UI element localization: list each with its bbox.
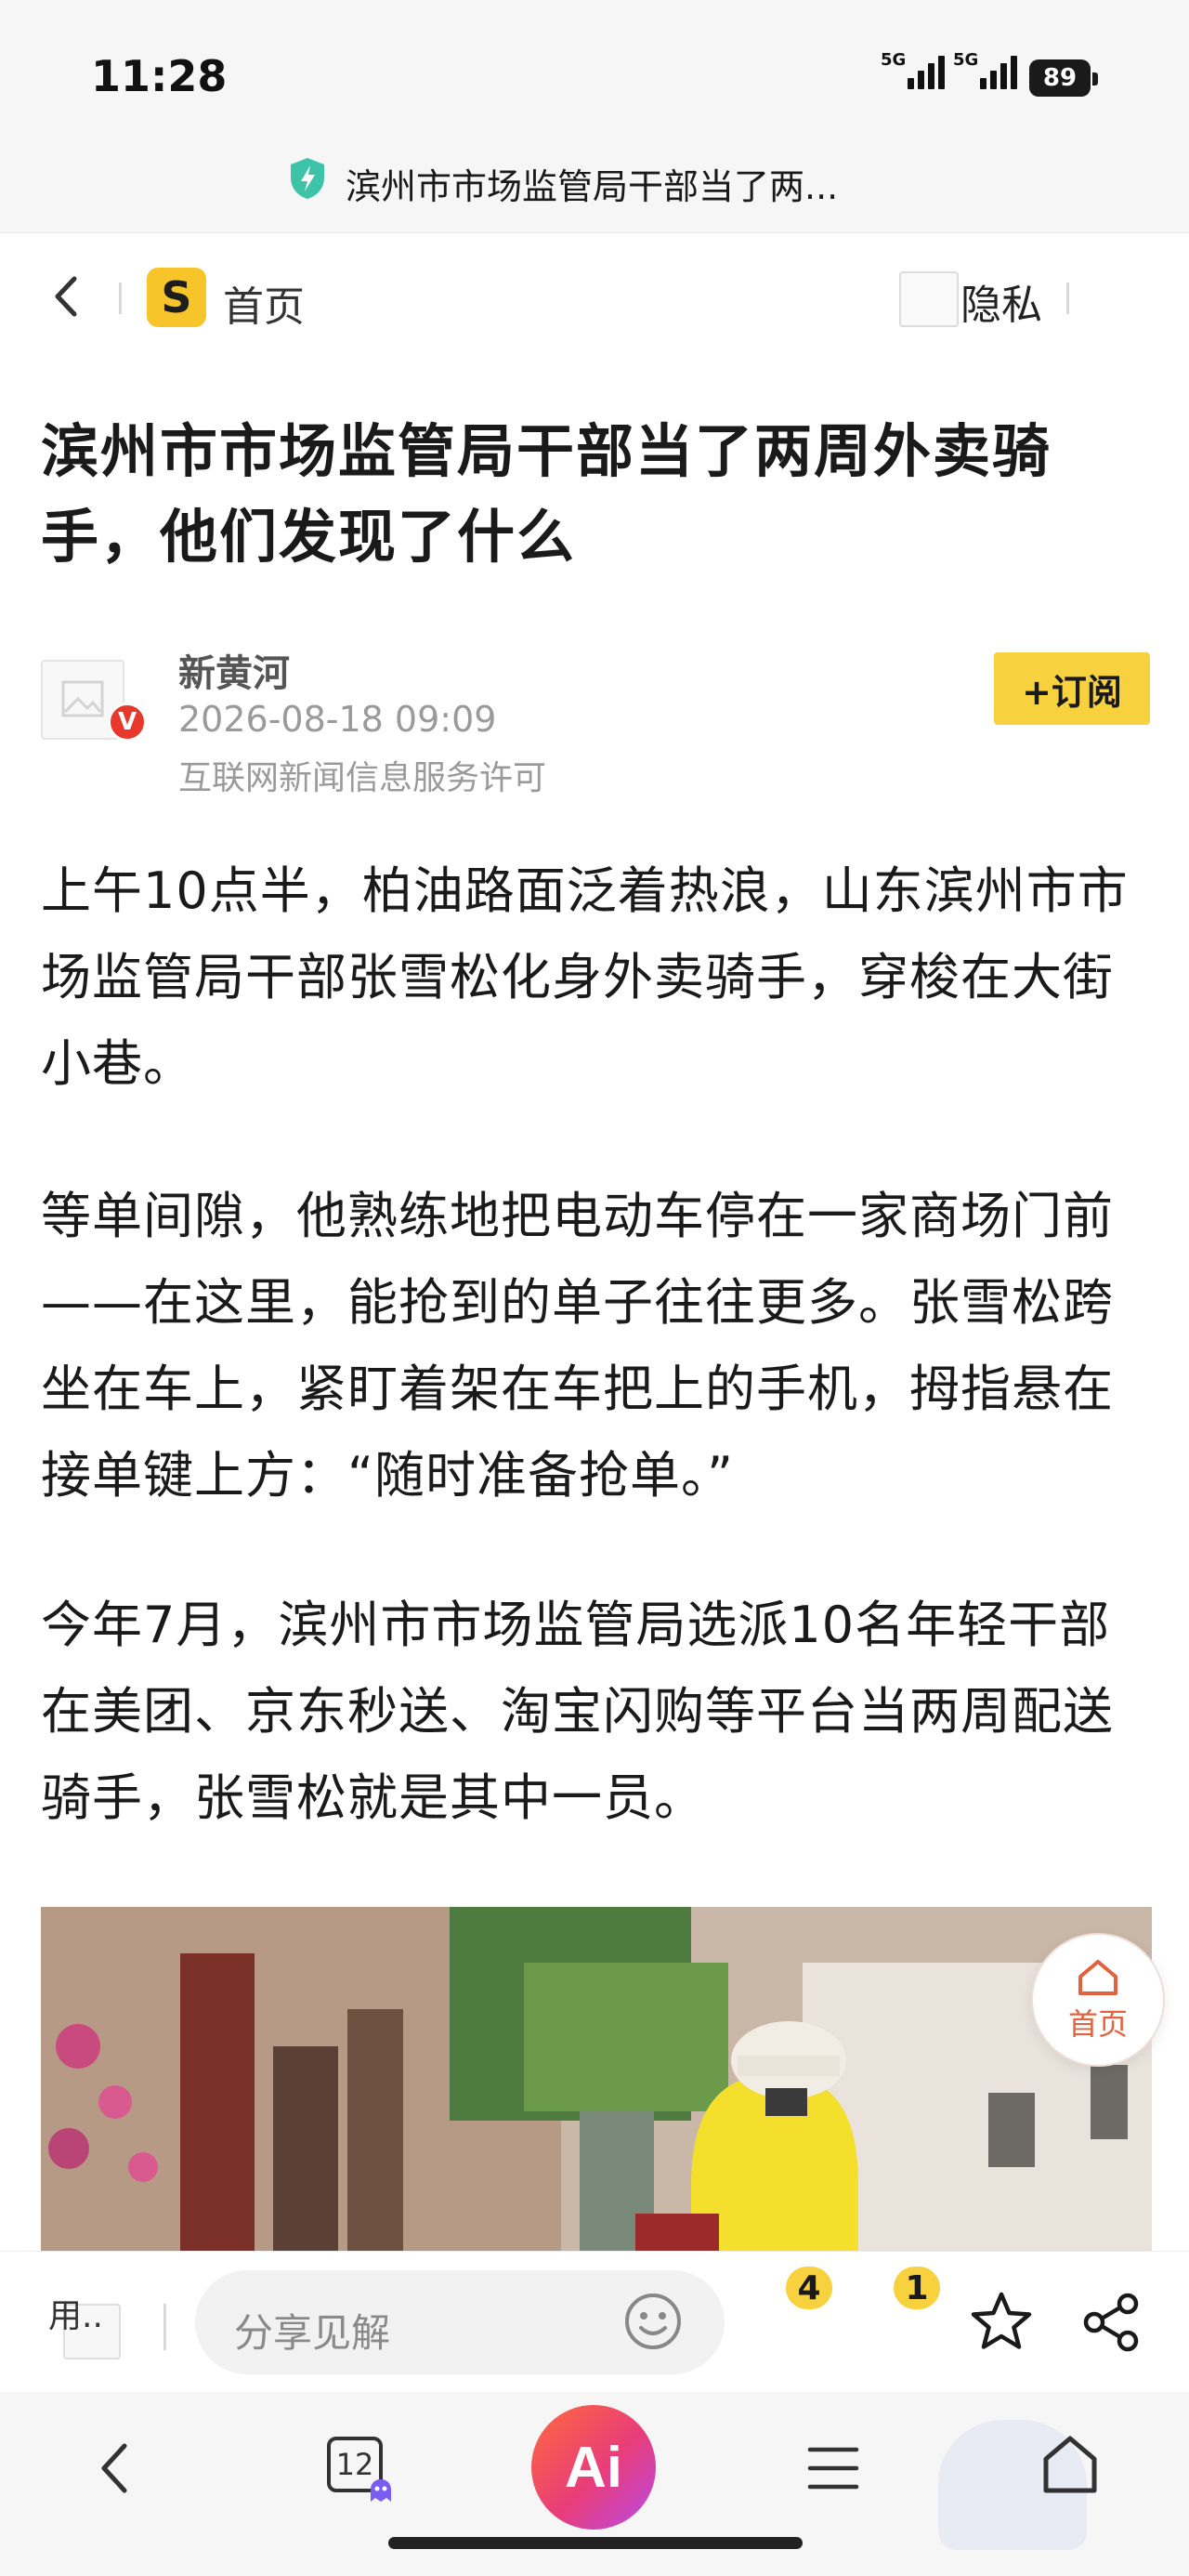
browser-bottom-nav: 12 Ai <box>0 2392 1189 2576</box>
like-count-badge[interactable]: 1 <box>894 2267 940 2309</box>
floating-home-label: 首页 <box>1067 2006 1128 2042</box>
article-nav-bar: S 首页 隐私 <box>0 234 1189 360</box>
home-indicator[interactable] <box>388 2537 803 2549</box>
divider <box>1066 283 1069 314</box>
cellular-signal-icon-1: 5G <box>881 52 946 89</box>
bottom-action-bar: 用.. 分享见解 4 1 <box>0 2251 1189 2391</box>
share-placeholder: 分享见解 <box>234 2310 391 2356</box>
menu-icon[interactable] <box>804 2442 862 2494</box>
author-name[interactable]: 新黄河 <box>178 643 290 697</box>
ghost-badge-icon <box>371 2479 391 2502</box>
share-icon[interactable] <box>1078 2289 1144 2356</box>
back-icon[interactable] <box>93 2438 136 2498</box>
back-chevron-icon[interactable] <box>46 271 87 322</box>
subscribe-button[interactable]: +订阅 <box>994 652 1150 725</box>
license-text[interactable]: 互联网新闻信息服务许可 <box>178 751 546 799</box>
article-paragraph: 上午10点半，柏油路面泛着热浪，山东滨州市市场监管局干部张雪松化身外卖骑手，穿梭… <box>41 861 1129 1093</box>
verified-badge-icon: V <box>108 703 147 742</box>
page-title-url: 滨州市市场监管局干部当了两... <box>346 166 839 207</box>
share-input[interactable]: 分享见解 <box>195 2270 725 2374</box>
address-bar[interactable]: 滨州市市场监管局干部当了两... <box>0 139 1189 233</box>
emoji-smile-icon[interactable] <box>622 2291 684 2352</box>
publish-time: 2026-08-18 09:09 <box>178 699 497 740</box>
user-label[interactable]: 用.. <box>48 2289 103 2337</box>
article-paragraph: 今年7月，滨州市市场监管局选派10名年轻干部在美团、京东秒送、淘宝闪购等平台当两… <box>41 1596 1114 1827</box>
battery-icon: 89 <box>1029 59 1091 97</box>
article-headline: 滨州市市场监管局干部当了两周外卖骑手，他们发现了什么 <box>41 417 1052 571</box>
privacy-image-icon <box>899 271 959 327</box>
divider <box>119 283 122 314</box>
battery-tip <box>1092 72 1098 85</box>
shield-icon <box>291 158 324 199</box>
home-logo-icon[interactable]: S <box>147 268 206 327</box>
status-bar: 11:28 5G 5G 89 <box>0 0 1189 139</box>
article-photo[interactable] <box>41 1907 1152 2251</box>
star-icon[interactable] <box>968 2289 1035 2356</box>
floating-home-button[interactable]: 首页 <box>1031 1933 1165 2067</box>
comment-count-badge[interactable]: 4 <box>786 2267 832 2309</box>
privacy-link[interactable]: 隐私 <box>960 271 1042 331</box>
home-icon <box>1078 1960 1117 1995</box>
clock: 11:28 <box>91 51 228 101</box>
cellular-signal-icon-2: 5G <box>953 52 1018 89</box>
home-icon[interactable] <box>1040 2431 1100 2498</box>
ai-assistant-button[interactable]: Ai <box>531 2405 656 2530</box>
divider <box>163 2304 166 2350</box>
article-paragraph: 等单间隙，他熟练地把电动车停在一家商场门前——在这里，能抢到的单子往往更多。张雪… <box>41 1187 1114 1505</box>
home-link[interactable]: 首页 <box>223 273 305 333</box>
